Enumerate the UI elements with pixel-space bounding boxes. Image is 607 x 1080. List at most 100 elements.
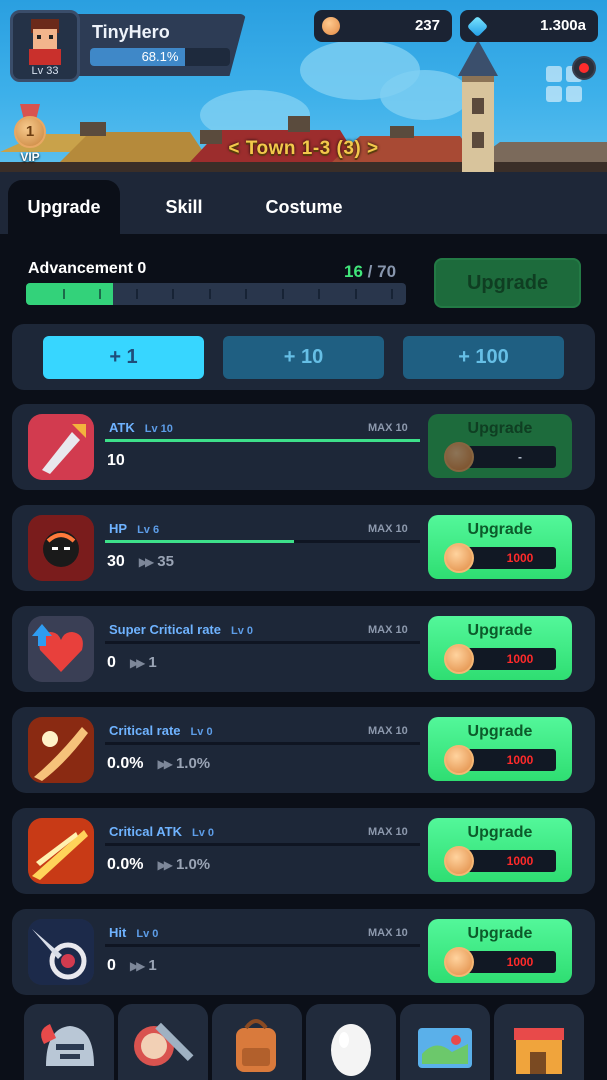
stat-values: 0.0% ▶▶ 1.0% (107, 755, 210, 773)
advancement-tick (135, 289, 138, 299)
stat-current-value: 10 (107, 452, 125, 469)
quantity-plus-1-button[interactable]: + 1 (43, 336, 204, 379)
player-level: Lv 33 (31, 65, 59, 77)
stat-name-line: Super Critical rate Lv 0 (109, 622, 253, 637)
stat-next-value: 1.0% (175, 755, 211, 772)
stat-values: 0.0% ▶▶ 1.0% (107, 856, 210, 874)
coin-icon (444, 644, 474, 674)
coin-icon (444, 543, 474, 573)
stat-current-value: 0 (107, 654, 116, 671)
critical-rate-icon (28, 717, 94, 783)
coin-icon (444, 442, 474, 472)
stat-next-value: 1 (148, 957, 157, 974)
nav-map-button[interactable] (400, 1004, 490, 1080)
map-icon (418, 1028, 472, 1068)
stat-max-level: MAX 10 (368, 422, 408, 434)
egg-icon (331, 1024, 371, 1076)
stat-progress-fill (105, 540, 294, 543)
stat-level: Lv 0 (191, 827, 214, 839)
advancement-tick (245, 289, 247, 299)
stat-name: Critical rate (109, 723, 181, 738)
avatar[interactable]: Lv 33 (10, 10, 80, 82)
coin-icon (444, 846, 474, 876)
upgrade-cost: 1000 (506, 854, 534, 868)
stat-next-value: 1 (148, 654, 157, 671)
upgrade-cost: 1000 (506, 652, 534, 666)
hit-icon (28, 919, 94, 985)
shop-icon (514, 1028, 564, 1074)
tab-skill[interactable]: Skill (134, 180, 234, 234)
stat-current-value: 0.0% (107, 856, 144, 873)
upgrade-label: Upgrade (467, 622, 533, 639)
advancement-tick (99, 289, 101, 299)
stat-row-atk: ATK Lv 10 MAX 10 10 Upgrade - (12, 404, 595, 490)
stat-upgrade-button[interactable]: Upgrade 1000 (428, 818, 572, 882)
stat-next-value: 35 (157, 553, 174, 570)
notification-record-icon[interactable] (572, 56, 596, 80)
stat-name-line: ATK Lv 10 (109, 420, 173, 435)
coin-icon (444, 745, 474, 775)
stat-max-level: MAX 10 (368, 624, 408, 636)
gem-amount: 1.300a (540, 17, 586, 34)
stat-upgrade-button[interactable]: Upgrade 1000 (428, 515, 572, 579)
nav-weapon-button[interactable] (118, 1004, 208, 1080)
stat-progress-bar (105, 944, 420, 947)
coin-counter[interactable]: 237 (314, 10, 452, 42)
advancement-tick (281, 289, 284, 299)
coin-amount: 237 (414, 17, 440, 34)
stat-row-super-critical-rate: Super Critical rate Lv 0 MAX 10 0 ▶▶ 1 Upgr… (12, 606, 595, 692)
stat-progress-bar (105, 540, 420, 543)
tab-costume[interactable]: Costume (248, 180, 360, 234)
stat-name-line: HP Lv 6 (109, 521, 159, 536)
upgrade-label: Upgrade (467, 824, 533, 841)
stat-level: Lv 0 (231, 625, 254, 637)
hp-icon (28, 515, 94, 581)
stat-values: 10 (107, 452, 125, 470)
stage-title[interactable]: < Town 1-3 (3) > (0, 138, 607, 160)
tab-upgrade[interactable]: Upgrade (8, 180, 120, 234)
hero-avatar-icon (29, 19, 61, 65)
stat-current-value: 0 (107, 957, 116, 974)
nav-shop-button[interactable] (494, 1004, 584, 1080)
quantity-plus-100-button[interactable]: + 100 (403, 336, 564, 379)
coin-icon (444, 947, 474, 977)
heart-icon (28, 616, 94, 682)
quantity-selector: + 1 + 10 + 100 (12, 324, 595, 390)
stat-progress-fill (105, 439, 420, 442)
helmet-icon (41, 1024, 94, 1066)
stat-upgrade-button[interactable]: Upgrade 1000 (428, 616, 572, 680)
player-profile[interactable]: Lv 33 TinyHero 68.1% (10, 10, 246, 82)
stat-name-line: Critical ATK Lv 0 (109, 824, 214, 839)
stat-name-line: Hit Lv 0 (109, 925, 158, 940)
stat-values: 0 ▶▶ 1 (107, 957, 157, 975)
advancement-tick (354, 289, 357, 299)
stat-row-hit: Hit Lv 0 MAX 10 0 ▶▶ 1 Upgrade 1000 (12, 909, 595, 995)
next-arrow-icon: ▶▶ (138, 555, 155, 569)
backpack-icon (236, 1019, 276, 1072)
stat-upgrade-button[interactable]: Upgrade 1000 (428, 919, 572, 983)
stat-progress-bar (105, 641, 420, 644)
advancement-upgrade-button[interactable]: Upgrade (434, 258, 581, 308)
quantity-plus-10-button[interactable]: + 10 (223, 336, 384, 379)
stat-row-critical-rate: Critical rate Lv 0 MAX 10 0.0% ▶▶ 1.0% Upgr… (12, 707, 595, 793)
upgrade-panel: Advancement 0 16 / 70 Upgrade + 1 + 10 +… (0, 234, 607, 1000)
stat-row-critical-atk: Critical ATK Lv 0 MAX 10 0.0% ▶▶ 1.0% Upgra… (12, 808, 595, 894)
stat-max-level: MAX 10 (368, 523, 408, 535)
next-arrow-icon: ▶▶ (129, 959, 146, 973)
nav-backpack-button[interactable] (212, 1004, 302, 1080)
advancement-tick (318, 289, 320, 299)
gem-counter[interactable]: 1.300a (460, 10, 598, 42)
stat-progress-bar (105, 843, 420, 846)
advancement-tick (208, 289, 211, 299)
stat-upgrade-button[interactable]: Upgrade 1000 (428, 717, 572, 781)
next-arrow-icon: ▶▶ (157, 757, 173, 771)
stat-level: Lv 6 (137, 524, 160, 536)
stat-current-value: 30 (107, 553, 125, 570)
upgrade-cost: 1000 (506, 753, 534, 767)
stat-max-level: MAX 10 (368, 826, 408, 838)
nav-egg-button[interactable] (306, 1004, 396, 1080)
advancement-tick (172, 289, 174, 299)
sword-icon (28, 414, 94, 480)
nav-helmet-button[interactable] (24, 1004, 114, 1080)
stat-upgrade-button[interactable]: Upgrade - (428, 414, 572, 478)
